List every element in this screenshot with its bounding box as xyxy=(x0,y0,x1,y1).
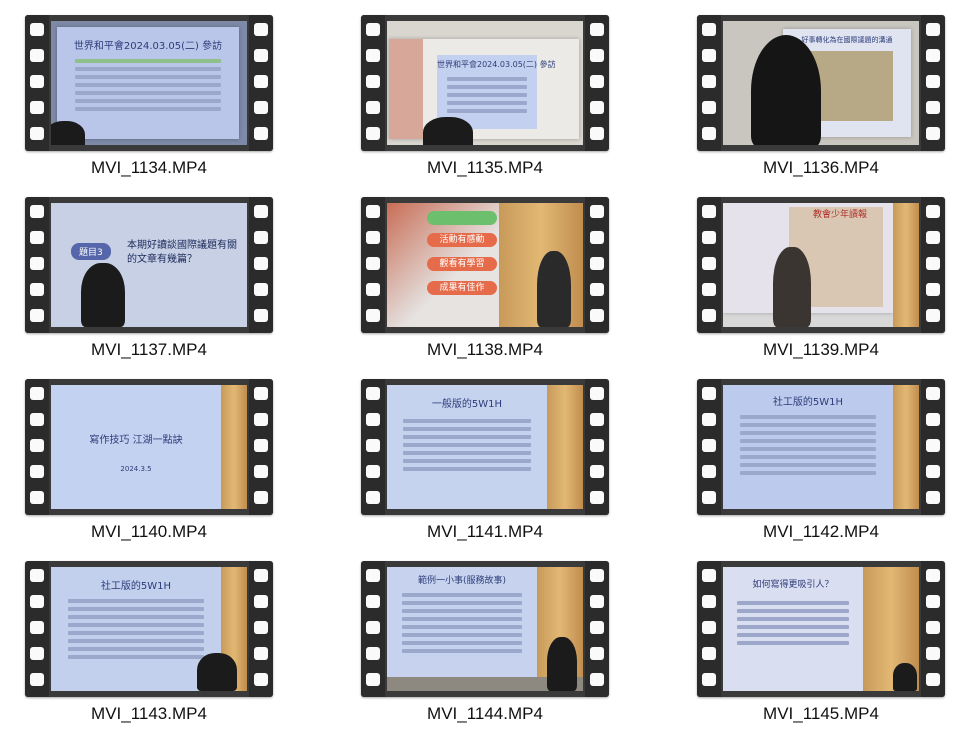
file-name[interactable]: MVI_1135.MP4 xyxy=(361,158,609,178)
slide-title: 範例一小事(服務故事) xyxy=(417,576,507,586)
film-strip-right xyxy=(585,197,609,333)
film-strip-left xyxy=(697,379,721,515)
slide-tag: 題目3 xyxy=(71,243,111,260)
film-strip-right xyxy=(585,15,609,151)
film-strip-right xyxy=(585,561,609,697)
video-thumbnail[interactable]: 範例一小事(服務故事) xyxy=(361,561,609,697)
video-frame: 世界和平會2024.03.05(二) 參訪 xyxy=(51,21,247,145)
slide-text: 本期好讀談國際議題有關的文章有幾篇？ xyxy=(127,240,237,265)
video-thumbnail[interactable]: 寫作技巧 江湖一點訣 2024.3.5 xyxy=(25,379,273,515)
video-file-item[interactable]: 教會少年讀報 MVI_1139.MP4 xyxy=(697,197,945,377)
video-frame: 活動有感動 觀看有學習 成果有佳作 xyxy=(387,203,583,327)
video-frame: 題目3 本期好讀談國際議題有關的文章有幾篇？ xyxy=(51,203,247,327)
video-thumbnail[interactable]: 世界和平會2024.03.05(二) 參訪 xyxy=(25,15,273,151)
video-file-item[interactable]: 活動有感動 觀看有學習 成果有佳作 MVI_1138.MP4 xyxy=(361,197,609,377)
video-thumbnail[interactable]: 活動有感動 觀看有學習 成果有佳作 xyxy=(361,197,609,333)
video-file-item[interactable]: 世界和平會2024.03.05(二) 參訪 MVI_1135.MP4 xyxy=(361,15,609,195)
film-strip-right xyxy=(249,15,273,151)
film-strip-right xyxy=(249,561,273,697)
video-file-item[interactable]: 寫作技巧 江湖一點訣 2024.3.5 MVI_1140.MP4 xyxy=(25,379,273,559)
film-strip-right xyxy=(249,197,273,333)
slide-title: 寫作技巧 江湖一點訣 xyxy=(89,435,183,446)
film-strip-right xyxy=(921,197,945,333)
film-strip-right xyxy=(585,379,609,515)
film-strip-right xyxy=(249,379,273,515)
slide-bubble: 觀看有學習 xyxy=(427,257,497,271)
video-thumbnail[interactable]: 世界和平會2024.03.05(二) 參訪 xyxy=(361,15,609,151)
video-frame: 如何寫得更吸引人？ xyxy=(723,567,919,691)
video-thumbnail[interactable]: 如何寫得更吸引人？ xyxy=(697,561,945,697)
video-file-item[interactable]: 範例一小事(服務故事) MVI_1144.MP4 xyxy=(361,561,609,741)
slide-title: 世界和平會2024.03.05(二) 參訪 xyxy=(73,41,223,52)
video-frame: 教會少年讀報 xyxy=(723,203,919,327)
film-strip-left xyxy=(25,561,49,697)
slide-title: 一般版的5W1H xyxy=(431,399,503,410)
video-frame: 寫作技巧 江湖一點訣 2024.3.5 xyxy=(51,385,247,509)
film-strip-left xyxy=(25,379,49,515)
video-file-item[interactable]: 社工版的5W1H MVI_1142.MP4 xyxy=(697,379,945,559)
film-strip-right xyxy=(921,379,945,515)
video-file-item[interactable]: 世界和平會2024.03.05(二) 參訪 MVI_1134.MP4 xyxy=(25,15,273,195)
slide-bubble: 活動有感動 xyxy=(427,233,497,247)
slide-title: 世界和平會2024.03.05(二) 參訪 xyxy=(437,60,556,69)
slide-title: 社工版的5W1H xyxy=(772,397,844,408)
video-file-item[interactable]: 一般版的5W1H MVI_1141.MP4 xyxy=(361,379,609,559)
video-thumbnail[interactable]: 教會少年讀報 xyxy=(697,197,945,333)
video-frame: 世界和平會2024.03.05(二) 參訪 xyxy=(387,21,583,145)
file-name[interactable]: MVI_1140.MP4 xyxy=(25,522,273,542)
video-thumbnail[interactable]: 社工版的5W1H xyxy=(697,379,945,515)
video-file-item[interactable]: 題目3 本期好讀談國際議題有關的文章有幾篇？ MVI_1137.MP4 xyxy=(25,197,273,377)
slide-bubble: 成果有佳作 xyxy=(427,281,497,295)
video-thumbnail-grid: 世界和平會2024.03.05(二) 參訪 MVI_1134.MP4 世界和平會… xyxy=(0,0,967,736)
slide-title: 如何寫得更吸引人？ xyxy=(752,580,834,590)
file-name[interactable]: MVI_1141.MP4 xyxy=(361,522,609,542)
file-name[interactable]: MVI_1142.MP4 xyxy=(697,522,945,542)
film-strip-left xyxy=(361,15,385,151)
video-thumbnail[interactable]: 題目3 本期好讀談國際議題有關的文章有幾篇？ xyxy=(25,197,273,333)
film-strip-left xyxy=(361,379,385,515)
video-frame: 範例一小事(服務故事) xyxy=(387,567,583,691)
film-strip-left xyxy=(697,561,721,697)
film-strip-left xyxy=(697,15,721,151)
film-strip-left xyxy=(697,197,721,333)
video-frame: 一般版的5W1H xyxy=(387,385,583,509)
film-strip-left xyxy=(361,197,385,333)
video-thumbnail[interactable]: 一般版的5W1H xyxy=(361,379,609,515)
file-name[interactable]: MVI_1144.MP4 xyxy=(361,704,609,724)
file-name[interactable]: MVI_1139.MP4 xyxy=(697,340,945,360)
slide-subtitle: 2024.3.5 xyxy=(120,465,152,473)
video-file-item[interactable]: 社工版的5W1H MVI_1143.MP4 xyxy=(25,561,273,741)
slide-title: 社工版的5W1H xyxy=(100,581,172,592)
video-thumbnail[interactable]: 社工版的5W1H xyxy=(25,561,273,697)
file-name[interactable]: MVI_1138.MP4 xyxy=(361,340,609,360)
film-strip-left xyxy=(25,15,49,151)
film-strip-right xyxy=(921,561,945,697)
video-frame: 社工版的5W1H xyxy=(723,385,919,509)
film-strip-left xyxy=(25,197,49,333)
video-file-item[interactable]: 如何寫得更吸引人？ MVI_1145.MP4 xyxy=(697,561,945,741)
film-strip-right xyxy=(921,15,945,151)
file-name[interactable]: MVI_1136.MP4 xyxy=(697,158,945,178)
video-thumbnail[interactable]: 好事轉化為在國際議題的溝通 xyxy=(697,15,945,151)
file-name[interactable]: MVI_1145.MP4 xyxy=(697,704,945,724)
video-frame: 好事轉化為在國際議題的溝通 xyxy=(723,21,919,145)
video-frame: 社工版的5W1H xyxy=(51,567,247,691)
file-name[interactable]: MVI_1143.MP4 xyxy=(25,704,273,724)
film-strip-left xyxy=(361,561,385,697)
slide-title: 教會少年讀報 xyxy=(813,210,868,220)
file-name[interactable]: MVI_1137.MP4 xyxy=(25,340,273,360)
video-file-item[interactable]: 好事轉化為在國際議題的溝通 MVI_1136.MP4 xyxy=(697,15,945,195)
file-name[interactable]: MVI_1134.MP4 xyxy=(25,158,273,178)
